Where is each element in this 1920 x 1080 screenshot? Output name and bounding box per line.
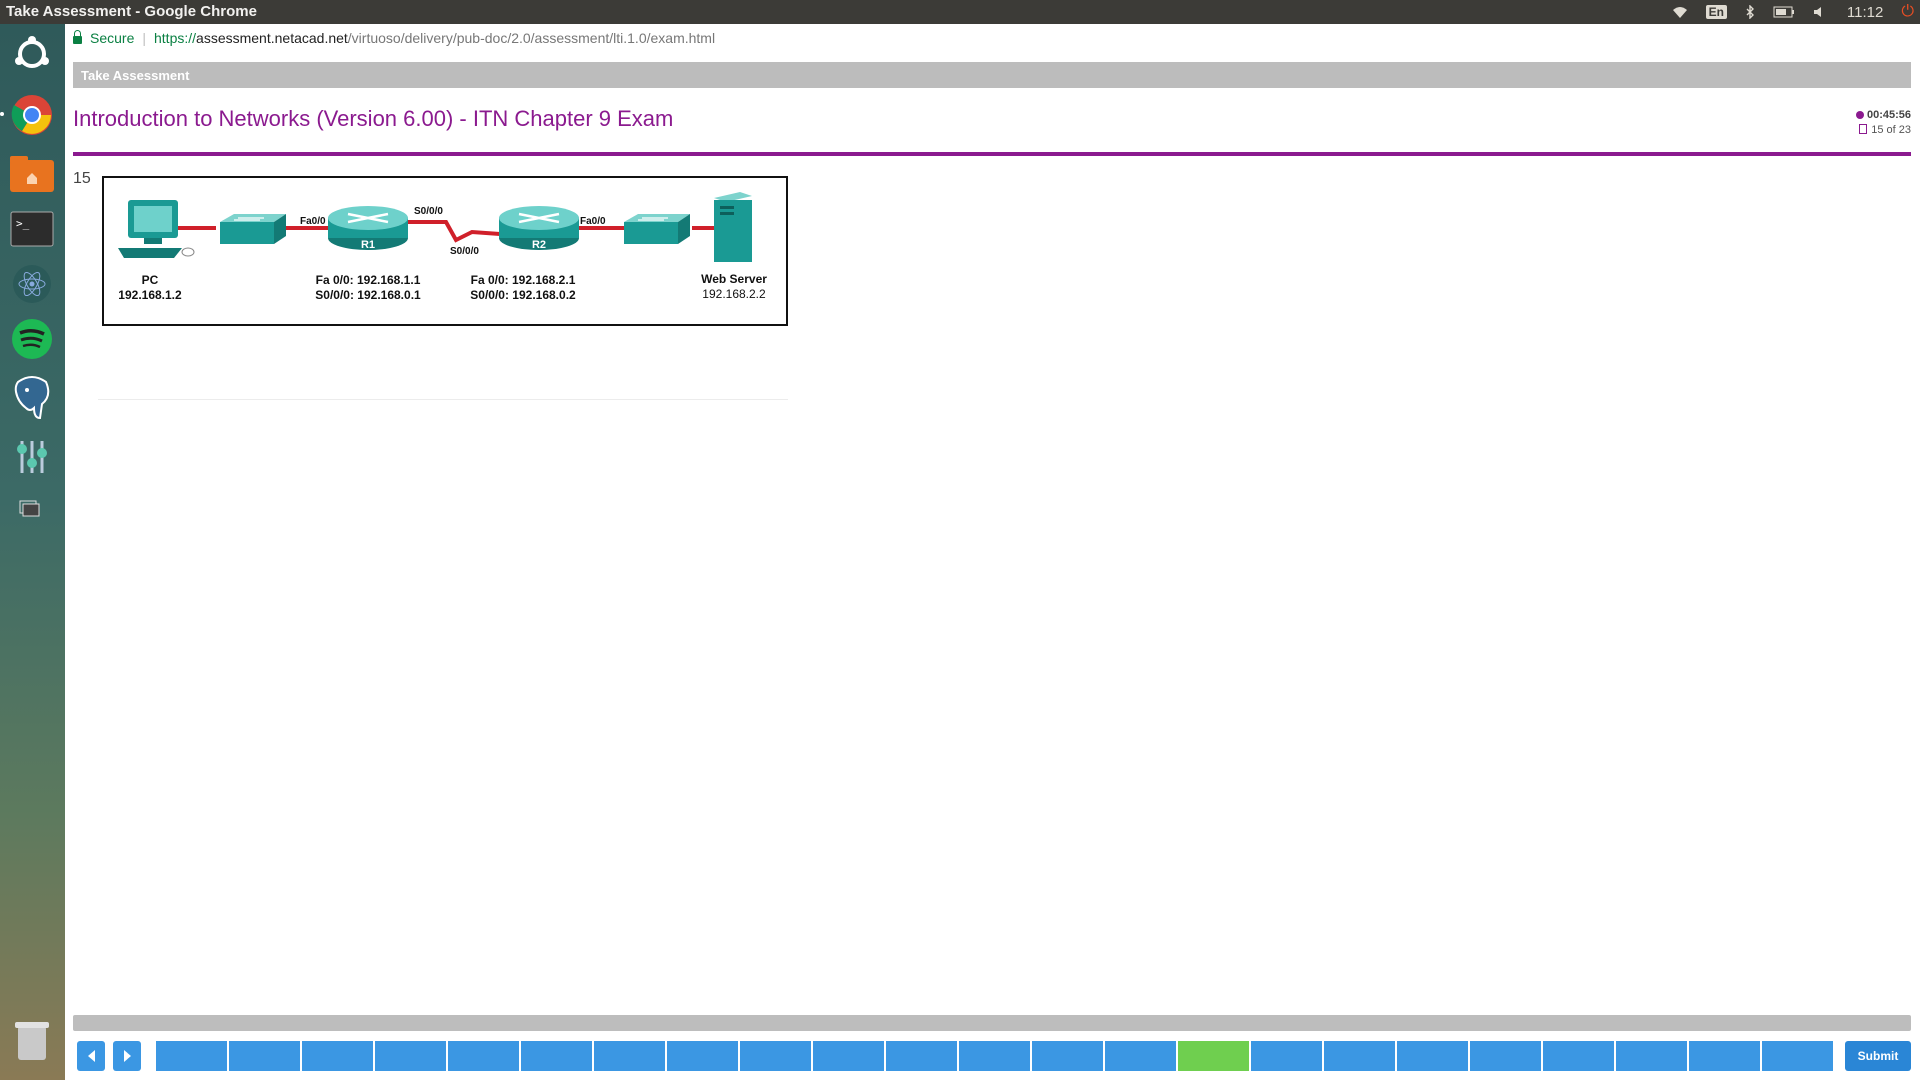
- files-icon[interactable]: [5, 147, 59, 201]
- r2-fa-address: Fa 0/0: 192.168.2.1: [471, 273, 576, 287]
- page-header-bar: Take Assessment: [73, 62, 1911, 88]
- router-r1-icon: R1: [328, 206, 408, 251]
- lock-icon[interactable]: [73, 30, 82, 44]
- pc-label: PC: [142, 273, 159, 287]
- exam-title: Introduction to Networks (Version 6.00) …: [73, 106, 674, 131]
- question-nav-cell[interactable]: [1616, 1041, 1687, 1071]
- exam-status: 00:45:56 15 of 23: [1855, 108, 1911, 138]
- r1-fa-address: Fa 0/0: 192.168.1.1: [316, 273, 421, 287]
- launcher: >_: [0, 24, 66, 1080]
- router-r2-icon: R2: [499, 206, 579, 251]
- r2-s0-address: S0/0/0: 192.168.0.2: [470, 288, 576, 302]
- question-nav-cell[interactable]: [521, 1041, 592, 1071]
- svg-text:>_: >_: [16, 217, 30, 230]
- address-separator: |: [142, 30, 146, 46]
- atom-icon[interactable]: [5, 257, 59, 311]
- chrome-icon[interactable]: [5, 88, 59, 142]
- question-nav-cell[interactable]: [594, 1041, 665, 1071]
- question-nav-cell[interactable]: [959, 1041, 1030, 1071]
- workspace-icon[interactable]: [5, 484, 59, 538]
- url-host: assessment.netacad.net: [196, 30, 348, 46]
- question-progress-value: 15 of 23: [1871, 124, 1911, 136]
- question-nav-cell[interactable]: [302, 1041, 373, 1071]
- terminal-icon[interactable]: >_: [5, 202, 59, 256]
- r1-label: R1: [361, 239, 375, 251]
- question-nav-cell[interactable]: [1324, 1041, 1395, 1071]
- submit-button[interactable]: Submit: [1845, 1041, 1911, 1071]
- assessment-page: Take Assessment Introduction to Networks…: [65, 52, 1920, 1080]
- port-label-fa-left: Fa0/0: [300, 216, 326, 227]
- power-icon[interactable]: ⏻: [1901, 3, 1914, 21]
- question-nav-cell[interactable]: [1032, 1041, 1103, 1071]
- switch-icon: [624, 214, 690, 244]
- question-nav-cell[interactable]: [1397, 1041, 1468, 1071]
- server-label: Web Server: [701, 272, 767, 286]
- spotify-icon[interactable]: [5, 312, 59, 366]
- question-divider: [98, 399, 788, 400]
- wifi-icon[interactable]: [1672, 5, 1688, 19]
- question-nav-cell[interactable]: [375, 1041, 446, 1071]
- r1-s0-address: S0/0/0: 192.168.0.1: [315, 288, 421, 302]
- url-path: /virtuoso/delivery/pub-doc/2.0/assessmen…: [347, 30, 716, 46]
- question-nav-cell[interactable]: [448, 1041, 519, 1071]
- settings-icon[interactable]: [5, 430, 59, 484]
- question-nav-cell[interactable]: [740, 1041, 811, 1071]
- system-top-panel: Take Assessment - Google Chrome En 11:12…: [0, 0, 1920, 24]
- document-icon: [1859, 124, 1868, 134]
- question-nav-cell[interactable]: [667, 1041, 738, 1071]
- postgres-icon[interactable]: [5, 370, 59, 424]
- question-progress: 15 of 23: [1856, 123, 1911, 138]
- switch-icon: [220, 214, 286, 244]
- chevron-left-icon: [87, 1050, 95, 1062]
- keyboard-layout-indicator[interactable]: En: [1705, 5, 1727, 19]
- network-topology-diagram: R1 R2 Fa0/0 S0/0/0 S0/0/0 Fa0/0 PC 192.1…: [102, 176, 788, 326]
- question-nav-cell[interactable]: [1689, 1041, 1760, 1071]
- question-number: 15: [73, 170, 91, 187]
- address-bar[interactable]: Secure | https://assessment.netacad.net/…: [65, 24, 1920, 53]
- question-nav-cell[interactable]: [1178, 1041, 1249, 1071]
- question-strip: [156, 1041, 1835, 1071]
- timer-value: 00:45:56: [1866, 109, 1911, 121]
- window-title: Take Assessment - Google Chrome: [6, 3, 257, 20]
- port-label-s-top: S0/0/0: [414, 206, 443, 217]
- progress-bar: [73, 1015, 1911, 1031]
- url-scheme: https://: [154, 30, 197, 46]
- server-icon: [714, 192, 752, 262]
- question-nav-cell[interactable]: [1470, 1041, 1541, 1071]
- ubuntu-icon[interactable]: [5, 27, 59, 81]
- active-app-indicator: [0, 112, 4, 116]
- next-question-button[interactable]: [113, 1041, 141, 1071]
- clock[interactable]: 11:12: [1847, 4, 1883, 21]
- question-navigation: Submit: [77, 1039, 1911, 1073]
- title-divider: [73, 152, 1911, 156]
- port-label-s-bottom: S0/0/0: [450, 246, 479, 257]
- question-nav-cell[interactable]: [1105, 1041, 1176, 1071]
- question-nav-cell[interactable]: [156, 1041, 227, 1071]
- bluetooth-icon[interactable]: [1745, 5, 1755, 19]
- page-header-label: Take Assessment: [81, 67, 190, 83]
- battery-icon[interactable]: [1773, 6, 1795, 18]
- chevron-right-icon: [123, 1050, 131, 1062]
- question-nav-cell[interactable]: [1251, 1041, 1322, 1071]
- question-nav-cell[interactable]: [886, 1041, 957, 1071]
- server-ip: 192.168.2.2: [702, 287, 766, 301]
- trash-icon[interactable]: [12, 1018, 52, 1062]
- secure-label[interactable]: Secure: [90, 30, 134, 46]
- clock-icon: [1855, 111, 1864, 119]
- pc-ip: 192.168.1.2: [118, 288, 182, 302]
- link-r1-r2: [408, 220, 501, 243]
- question-nav-cell[interactable]: [813, 1041, 884, 1071]
- question-nav-cell[interactable]: [1543, 1041, 1614, 1071]
- r2-label: R2: [532, 239, 546, 251]
- question-nav-cell[interactable]: [229, 1041, 300, 1071]
- volume-icon[interactable]: [1813, 5, 1829, 19]
- port-label-fa-right: Fa0/0: [580, 216, 606, 227]
- url[interactable]: https://assessment.netacad.net/virtuoso/…: [154, 30, 715, 46]
- previous-question-button[interactable]: [77, 1041, 105, 1071]
- question-nav-cell[interactable]: [1762, 1041, 1833, 1071]
- system-tray: En 11:12 ⏻: [1672, 0, 1914, 24]
- timer: 00:45:56: [1855, 108, 1911, 123]
